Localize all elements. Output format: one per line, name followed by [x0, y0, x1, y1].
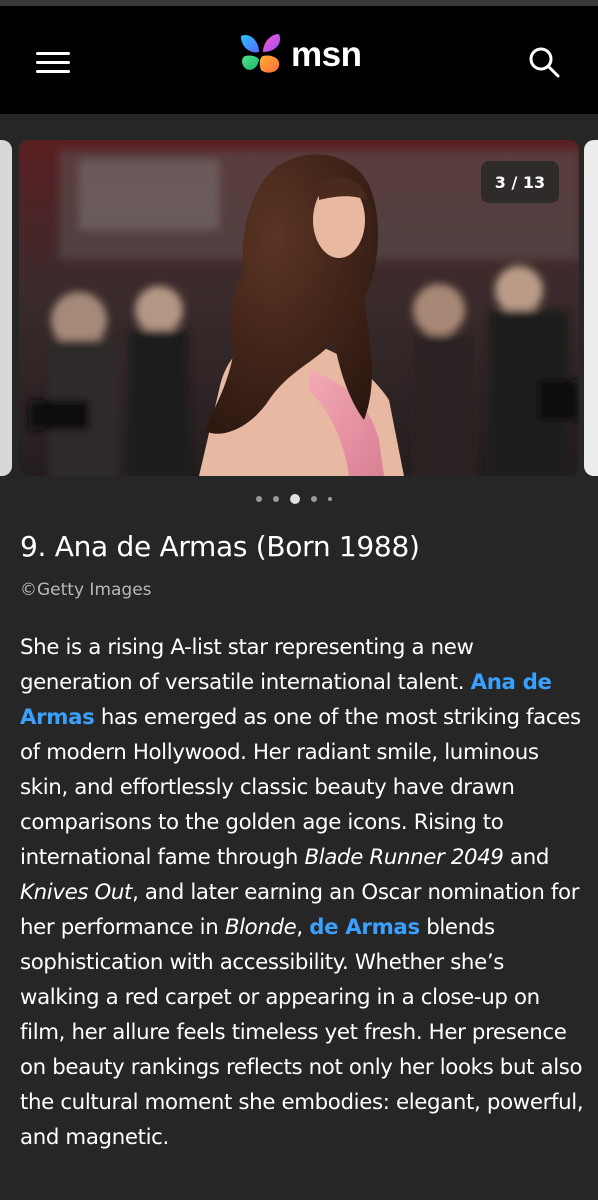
film-title: Knives Out [20, 880, 133, 905]
image-credit: ©Getty Images [20, 580, 152, 600]
pagination-dot[interactable] [273, 496, 279, 502]
pagination-dot[interactable] [328, 497, 332, 501]
search-icon[interactable] [526, 44, 562, 80]
de-armas-link[interactable]: de Armas [309, 915, 420, 940]
description-text: , [296, 915, 310, 940]
slide-title: 9. Ana de Armas (Born 1988) [20, 530, 420, 563]
description-text: She is a rising A-list star representing… [20, 635, 474, 695]
pagination-dot[interactable] [256, 496, 262, 502]
msn-butterfly-icon [241, 34, 281, 73]
carousel-pagination-dots [256, 494, 343, 504]
hamburger-menu-icon[interactable] [36, 48, 72, 76]
description-text: blends sophistication with accessibility… [20, 915, 584, 1150]
slide-counter-badge: 3 / 13 [481, 161, 559, 203]
msn-wordmark: msn [291, 35, 362, 74]
description-text: and [503, 845, 550, 870]
pagination-dot[interactable] [311, 496, 317, 502]
pagination-dot-active[interactable] [290, 494, 300, 504]
film-title: Blonde [224, 915, 297, 940]
film-title: Blade Runner 2049 [304, 845, 504, 870]
msn-logo[interactable]: msn [235, 28, 362, 82]
top-navigation-bar: msn [0, 6, 598, 114]
next-slide-peek[interactable] [584, 140, 598, 476]
previous-slide-peek[interactable] [0, 140, 12, 476]
slide-description: She is a rising A-list star representing… [20, 630, 586, 1155]
